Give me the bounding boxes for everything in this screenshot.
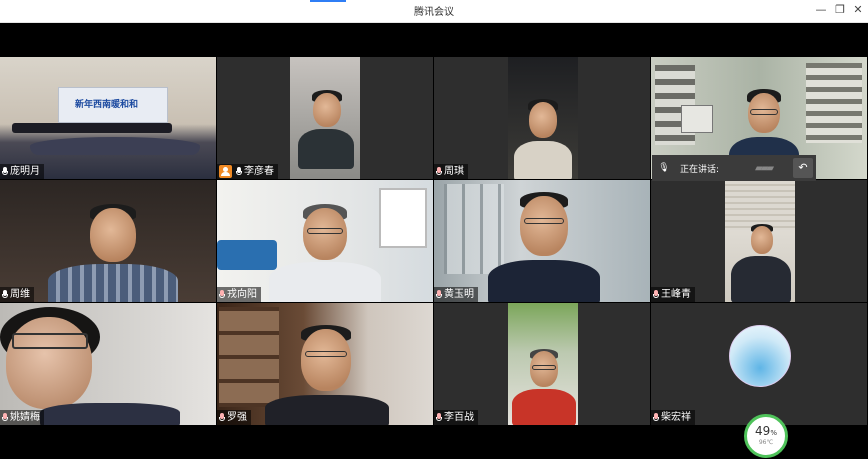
conference-table — [30, 137, 200, 155]
participant-name: 周琪 — [444, 166, 464, 177]
video-tile-6[interactable]: 戎向阳 — [217, 180, 434, 303]
title-accent — [310, 0, 346, 2]
mic-icon — [2, 290, 8, 299]
name-tag: 姚婧梅 — [0, 410, 44, 425]
participant-name: 李百战 — [444, 412, 474, 423]
speaking-label: 正在讲话: — [680, 164, 720, 175]
waveform-icon: ▰▰▰ — [755, 162, 774, 174]
video-tile-1[interactable]: 新年西南暖和和 庞明月 — [0, 57, 217, 180]
title-bar: 腾讯会议 — ❐ ✕ — [0, 0, 868, 23]
printer — [681, 105, 713, 133]
name-tag: 庞明月 — [0, 164, 44, 179]
video-feed — [508, 57, 578, 179]
participant-name: 黄玉明 — [444, 289, 474, 300]
temperature-readout: 96℃ — [758, 439, 774, 446]
video-tile-5[interactable]: 周维 — [0, 180, 217, 303]
video-tile-3[interactable]: 周琪 — [434, 57, 651, 180]
name-tag: 李彦春 — [217, 164, 278, 179]
mic-muted-icon — [219, 413, 225, 422]
video-tile-7[interactable]: 黄玉明 — [434, 180, 651, 303]
speaking-indicator: 🎙 正在讲话: ▰▰▰ ↶ — [652, 155, 816, 181]
mic-muted-icon — [653, 290, 659, 299]
window-title: 腾讯会议 — [414, 7, 454, 18]
participant-name: 戎向阳 — [227, 289, 257, 300]
banner-text: 新年西南暖和和 — [75, 100, 139, 110]
video-tile-10[interactable]: 罗强 — [217, 303, 434, 426]
video-tile-8[interactable]: 王峰青 — [651, 180, 868, 303]
blue-sofa — [217, 240, 277, 270]
conference-banner: 新年西南暖和和 — [58, 87, 168, 123]
name-tag: 王峰青 — [651, 287, 695, 302]
participant-name: 王峰青 — [661, 289, 691, 300]
bookcase — [219, 307, 279, 407]
mic-icon — [236, 167, 242, 176]
bookshelf — [806, 63, 862, 143]
video-grid: 新年西南暖和和 庞明月 李彦春 周琪 周维 戎向阳 黄玉明 王峰青 姚婧梅 罗强… — [0, 57, 868, 426]
mic-icon: 🎙 — [658, 163, 670, 173]
audience-row — [12, 123, 172, 133]
host-icon — [219, 165, 232, 178]
mic-muted-icon — [436, 413, 442, 422]
mic-muted-icon — [653, 413, 659, 422]
mic-muted-icon — [219, 290, 225, 299]
glass-cabinet — [444, 184, 504, 274]
video-tile-11[interactable]: 李百战 — [434, 303, 651, 426]
name-tag: 柴宏祥 — [651, 410, 695, 425]
mic-icon — [2, 167, 8, 176]
video-feed — [725, 180, 795, 302]
minimize-button[interactable]: — — [812, 2, 830, 18]
window-blinds — [725, 180, 795, 230]
cpu-percent: 49% — [755, 424, 777, 438]
participant-name: 周维 — [10, 289, 30, 300]
participant-name: 罗强 — [227, 412, 247, 423]
video-feed — [290, 57, 360, 179]
name-tag: 周琪 — [434, 164, 468, 179]
participant-name: 姚婧梅 — [10, 412, 40, 423]
name-tag: 戎向阳 — [217, 287, 261, 302]
participant-name: 柴宏祥 — [661, 412, 691, 423]
name-tag: 黄玉明 — [434, 287, 478, 302]
name-tag: 李百战 — [434, 410, 478, 425]
name-tag: 周维 — [0, 287, 34, 302]
video-tile-9[interactable]: 姚婧梅 — [0, 303, 217, 426]
mic-muted-icon — [2, 413, 8, 422]
participant-avatar — [729, 325, 791, 387]
name-tag: 罗强 — [217, 410, 251, 425]
collapse-icon[interactable]: ↶ — [793, 158, 813, 178]
video-feed — [508, 303, 578, 425]
mic-muted-icon — [436, 290, 442, 299]
restore-button[interactable]: ❐ — [831, 2, 849, 18]
participant-name: 庞明月 — [10, 166, 40, 177]
resource-usage-widget[interactable]: 49% 96℃ — [744, 414, 788, 458]
participant-name: 李彦春 — [244, 166, 274, 177]
video-tile-2[interactable]: 李彦春 — [217, 57, 434, 180]
mic-muted-icon — [436, 167, 442, 176]
window-frame — [379, 188, 427, 248]
video-tile-12[interactable]: 柴宏祥 — [651, 303, 868, 426]
close-button[interactable]: ✕ — [849, 2, 867, 18]
